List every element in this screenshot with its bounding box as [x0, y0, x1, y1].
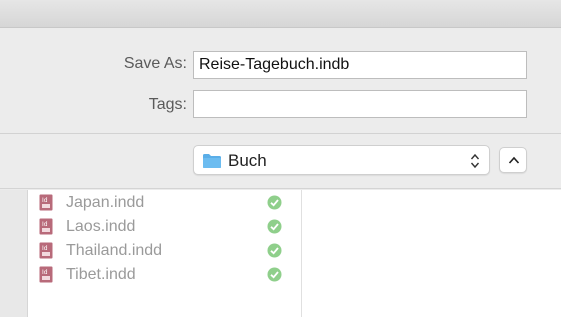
indesign-document-icon: Id	[39, 242, 53, 259]
file-browser: Id Japan.indd Id Laos.indd Id Thailand.i…	[0, 190, 561, 317]
folder-icon	[203, 154, 221, 168]
save-as-field[interactable]	[193, 51, 527, 79]
location-bar: Buch	[0, 134, 561, 189]
svg-text:Id: Id	[42, 245, 48, 252]
chevron-updown-icon	[470, 153, 480, 169]
svg-text:Id: Id	[42, 197, 48, 204]
dialog-titlebar	[0, 0, 561, 28]
indesign-document-icon: Id	[39, 218, 53, 235]
synced-check-icon	[267, 195, 282, 210]
svg-text:Id: Id	[42, 221, 48, 228]
location-label: Buch	[228, 151, 267, 170]
location-popup[interactable]: Buch	[193, 145, 490, 175]
svg-text:Id: Id	[42, 269, 48, 276]
save-as-label: Save As:	[123, 55, 187, 72]
indesign-document-icon: Id	[39, 266, 53, 283]
file-name: Tibet.indd	[66, 266, 136, 283]
file-name: Laos.indd	[66, 218, 136, 235]
tags-field[interactable]	[193, 90, 527, 118]
synced-check-icon	[267, 219, 282, 234]
synced-check-icon	[267, 267, 282, 282]
file-name: Japan.indd	[66, 194, 145, 211]
collapse-button[interactable]	[499, 147, 527, 173]
file-name: Thailand.indd	[66, 242, 163, 259]
file-row[interactable]: Id Laos.indd	[28, 215, 302, 239]
save-form: Save As: Tags:	[0, 28, 561, 133]
synced-check-icon	[267, 243, 282, 258]
indesign-document-icon: Id	[39, 194, 53, 211]
file-row[interactable]: Id Japan.indd	[28, 191, 302, 215]
file-row[interactable]: Id Thailand.indd	[28, 239, 302, 263]
file-column: Id Japan.indd Id Laos.indd Id Thailand.i…	[28, 190, 302, 317]
sidebar	[0, 190, 28, 317]
chevron-up-icon	[508, 156, 520, 164]
tags-label: Tags:	[148, 96, 187, 113]
file-row[interactable]: Id Tibet.indd	[28, 263, 302, 287]
